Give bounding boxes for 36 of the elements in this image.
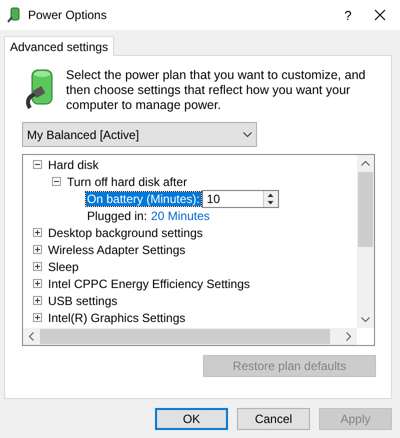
tab[interactable]: Advanced settings (4, 36, 114, 56)
tree-item[interactable]: USB settings (48, 294, 118, 308)
tree-item[interactable]: Wireless Adapter Settings (48, 242, 186, 256)
tree-item[interactable]: Turn off hard disk after (67, 174, 188, 188)
tree-item[interactable]: Intel CPPC Energy Efficiency Settings (48, 276, 250, 290)
horizontal-scrollbar[interactable] (23, 328, 357, 345)
minutes-spinner[interactable]: 10 (202, 190, 279, 208)
expand-icon[interactable] (33, 245, 42, 254)
scroll-up-icon[interactable] (361, 161, 370, 166)
tree-item[interactable]: Intel(R) Graphics Settings (48, 310, 186, 324)
dialog-button[interactable]: Cancel (237, 408, 310, 430)
intro-text: Select the power plan that you want to customize, and then choose settings that reflect how you want your computer to manage power. (66, 68, 366, 113)
window-title: Power Options (28, 8, 108, 22)
expand-icon[interactable] (33, 228, 42, 237)
expand-icon[interactable] (33, 313, 42, 322)
close-icon[interactable] (374, 9, 386, 21)
expand-icon[interactable] (33, 296, 42, 305)
tree-item[interactable]: Sleep (48, 260, 79, 274)
collapse-icon[interactable] (33, 160, 42, 169)
tree-item[interactable]: Hard disk (48, 158, 99, 172)
plan-dropdown[interactable]: My Balanced [Active] (22, 122, 257, 147)
scroll-right-icon[interactable] (346, 332, 351, 341)
expand-icon[interactable] (33, 262, 42, 271)
chevron-down-icon (243, 132, 252, 137)
battery-plug-icon (6, 7, 22, 23)
vertical-scrollbar[interactable] (357, 155, 374, 328)
help-button[interactable]: ? (328, 8, 368, 22)
tree-item[interactable]: Desktop background settings (48, 226, 203, 240)
setting-label[interactable]: Plugged in: (87, 208, 148, 222)
setting-label[interactable]: On battery (Minutes): (86, 192, 201, 206)
collapse-icon[interactable] (52, 177, 61, 186)
dialog-button[interactable]: OK (155, 408, 228, 430)
scroll-left-icon[interactable] (29, 332, 34, 341)
value-link[interactable]: 20 Minutes (151, 208, 210, 222)
expand-icon[interactable] (33, 279, 42, 288)
scroll-down-icon[interactable] (361, 317, 370, 322)
